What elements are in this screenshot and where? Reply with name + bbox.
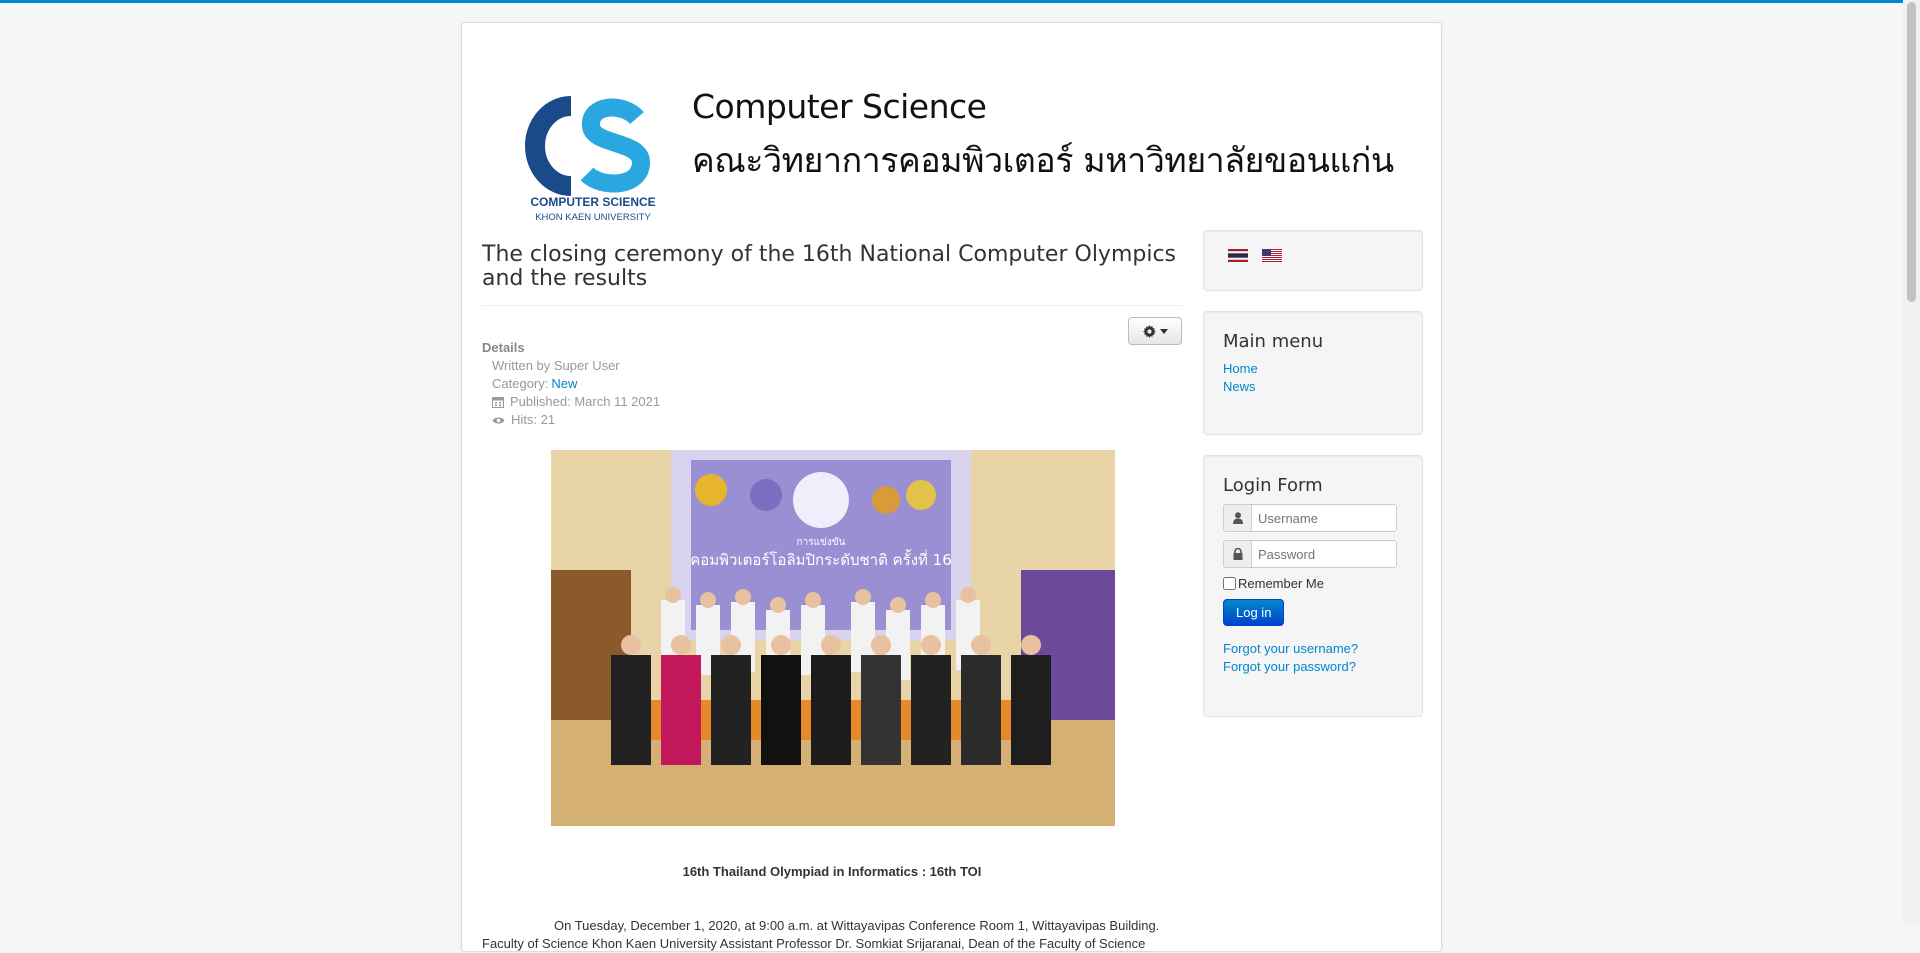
remember-me-checkbox[interactable]: [1223, 577, 1236, 590]
lock-icon: [1223, 540, 1251, 568]
login-button[interactable]: Log in: [1223, 599, 1285, 626]
author-text: Written by Super User: [492, 358, 620, 373]
menu-item-home[interactable]: Home: [1223, 360, 1403, 378]
photo-banner-line2: คอมพิวเตอร์โอลิมปิกระดับชาติ ครั้งที่ 16: [690, 549, 952, 569]
username-field[interactable]: [1251, 504, 1397, 532]
article-body: On Tuesday, December 1, 2020, at 9:00 a.…: [482, 918, 1160, 951]
article-photo: การแข่งขัน คอมพิวเตอร์โอลิมปิกระดับชาติ …: [551, 450, 1115, 826]
main-menu: Home News: [1223, 360, 1403, 396]
article-published: Published: March 11 2021: [482, 393, 660, 411]
main-menu-module: Main menu Home News: [1203, 311, 1423, 435]
logo-c-shape: [525, 96, 572, 196]
details-label: Details: [482, 340, 525, 355]
cs-logo[interactable]: COMPUTER SCIENCE KHON KAEN UNIVERSITY: [519, 78, 668, 226]
login-links: Forgot your username? Forgot your passwo…: [1223, 640, 1403, 676]
menu-item-news[interactable]: News: [1223, 378, 1403, 396]
password-group: [1223, 540, 1403, 568]
remember-me: Remember Me: [1223, 576, 1403, 591]
thai-flag-icon[interactable]: [1228, 249, 1248, 265]
password-field[interactable]: [1251, 540, 1397, 568]
forgot-username-link[interactable]: Forgot your username?: [1223, 640, 1403, 658]
article-tools-button[interactable]: [1128, 317, 1182, 345]
us-flag-icon[interactable]: [1261, 249, 1282, 265]
calendar-icon: [492, 397, 504, 408]
site-subtitle: คณะวิทยาการคอมพิวเตอร์ มหาวิทยาลัยขอนแก่…: [692, 141, 1394, 181]
top-accent-bar: [0, 0, 1920, 3]
main-menu-title: Main menu: [1223, 331, 1324, 352]
vertical-scrollbar[interactable]: [1903, 0, 1920, 925]
scrollbar-thumb[interactable]: [1907, 2, 1916, 302]
login-title: Login Form: [1223, 475, 1323, 496]
article: The closing ceremony of the 16th Nationa…: [482, 243, 1182, 951]
username-group: [1223, 504, 1403, 532]
article-title: The closing ceremony of the 16th Nationa…: [482, 243, 1182, 306]
article-category: Category: New: [482, 375, 660, 393]
published-date: Published: March 11 2021: [510, 394, 661, 409]
article-author: Written by Super User: [482, 357, 660, 375]
category-link[interactable]: New: [551, 375, 577, 393]
photo-banner-line1: การแข่งขัน: [797, 537, 846, 548]
login-module: Login Form Remember Me Log in Forgot you…: [1203, 455, 1423, 717]
gear-icon: [1142, 324, 1156, 338]
logo-text-line1: COMPUTER SCIENCE: [530, 195, 655, 209]
logo-s-shape: [580, 98, 650, 193]
remember-me-label: Remember Me: [1238, 576, 1324, 591]
article-hits: Hits: 21: [482, 411, 660, 429]
logo-text-line2: KHON KAEN UNIVERSITY: [535, 212, 651, 223]
site-title: Computer Science: [692, 87, 987, 126]
hits-count: Hits: 21: [511, 412, 556, 427]
page-container: COMPUTER SCIENCE KHON KAEN UNIVERSITY Co…: [461, 22, 1442, 952]
eye-icon: [492, 417, 505, 423]
forgot-password-link[interactable]: Forgot your password?: [1223, 658, 1403, 676]
user-icon: [1223, 504, 1251, 532]
photo-caption: 16th Thailand Olympiad in Informatics : …: [682, 864, 982, 879]
article-info: Details Written by Super User Category: …: [482, 339, 660, 429]
category-label: Category:: [492, 376, 549, 391]
caret-down-icon: [1159, 328, 1168, 334]
sidebar: Main menu Home News Login Form Username …: [1203, 230, 1423, 737]
language-switcher: [1203, 230, 1423, 291]
photo-scene: การแข่งขัน คอมพิวเตอร์โอลิมปิกระดับชาติ …: [551, 450, 1115, 826]
